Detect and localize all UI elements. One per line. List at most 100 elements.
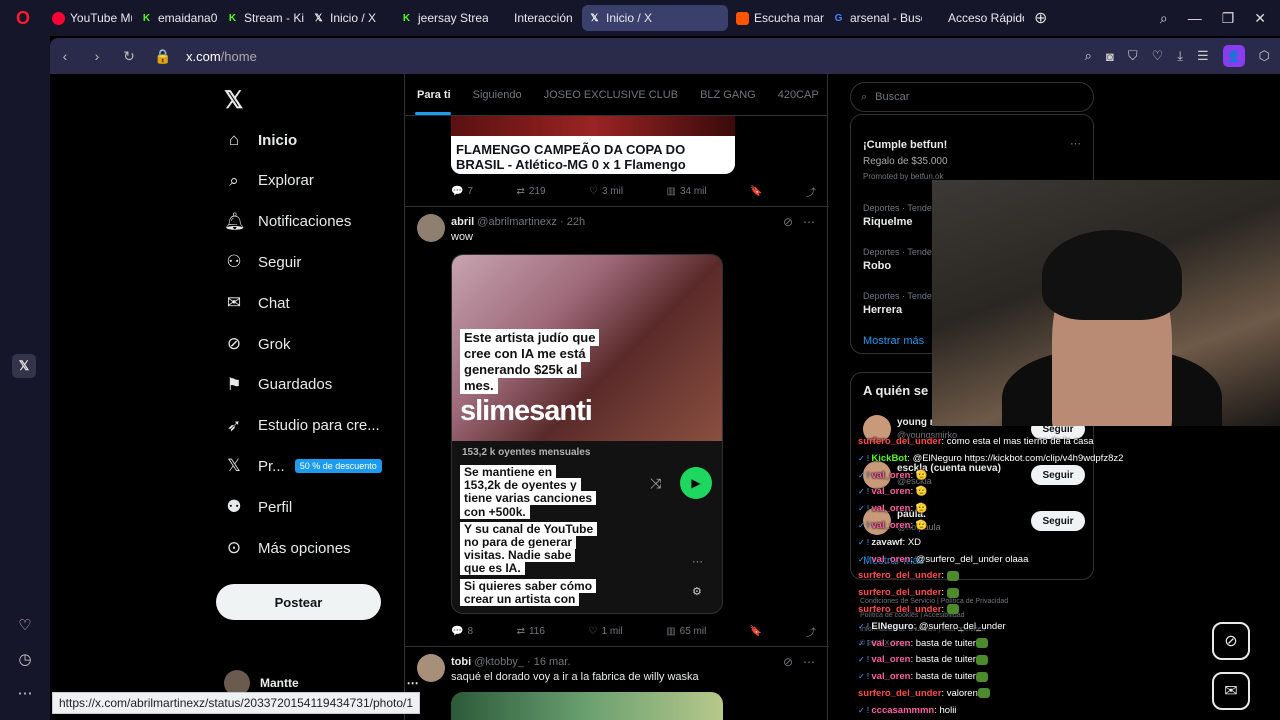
camera-icon[interactable]: ◙ (1106, 49, 1114, 64)
search-input[interactable]: ⌕ Buscar (850, 82, 1094, 112)
messages-fab-icon[interactable]: ✉ (1212, 672, 1250, 710)
feed-tab[interactable]: Siguiendo (473, 89, 522, 101)
bookmark-icon[interactable]: 🔖 (750, 184, 762, 199)
share-icon[interactable]: ⤴ (806, 184, 816, 199)
post3-avatar[interactable] (417, 654, 445, 682)
minimize-icon[interactable]: — (1188, 10, 1202, 27)
nav-item-bookmark[interactable]: ⚑ Guardados (224, 375, 332, 395)
nav-item-grok[interactable]: ⊘ Grok (224, 334, 291, 354)
chat-username[interactable]: surfero_del_under (858, 570, 941, 581)
repost-button[interactable]: ⇄ 116 (517, 624, 545, 639)
chat-username[interactable]: zavawf (871, 537, 902, 548)
x-logo-icon[interactable]: 𝕏 (224, 86, 243, 115)
lock-icon[interactable]: 🔒 (154, 48, 171, 65)
profile-icon[interactable]: 👤 (1222, 45, 1245, 67)
browser-tab[interactable]: 𝕏 Inicio / X (306, 5, 392, 31)
nav-item-search[interactable]: ⌕ Explorar (224, 171, 314, 191)
bookmark-icon[interactable]: 🔖 (750, 624, 762, 639)
browser-tab[interactable]: K Stream - Kick (220, 5, 304, 31)
chat-username[interactable]: cccasammmn (871, 705, 934, 716)
promo-more-icon[interactable]: ⋯ (1070, 137, 1081, 150)
opera-logo-icon[interactable]: O (0, 0, 46, 36)
heart-sidebar-icon[interactable]: ♡ (18, 616, 31, 634)
chat-username[interactable]: val_oren (871, 638, 910, 649)
download-icon[interactable]: ⤓ (1177, 48, 1183, 64)
chat-username[interactable]: val_oren (871, 654, 910, 665)
search-tabs-icon[interactable]: ⌕ (1160, 10, 1168, 27)
nav-item-more-circle[interactable]: ⊙ Más opciones (224, 538, 351, 558)
browser-tab[interactable]: 𝕏 Inicio / X (582, 5, 728, 31)
views-button[interactable]: ▥ 34 mil (667, 184, 707, 199)
easy-setup-icon[interactable]: ☰ (1197, 48, 1209, 64)
post2-media[interactable]: Este artista judío que cree con IA me est… (451, 254, 723, 614)
heart-icon[interactable]: ♡ (1152, 48, 1164, 64)
nav-item-profile[interactable]: ⚉ Perfil (224, 497, 292, 517)
post2-time[interactable]: · 22h (560, 216, 585, 228)
nav-item-rocket[interactable]: ➶ Estudio para cre... (224, 416, 380, 436)
post3-time[interactable]: · 16 mar. (527, 656, 570, 668)
post3-author[interactable]: tobi (451, 656, 471, 668)
post-more-icon[interactable]: ⋯ (803, 655, 815, 669)
nav-item-x-premium[interactable]: 𝕏 Pr... 50 % de descuento (224, 456, 382, 476)
browser-tab[interactable]: YouTube Music (46, 5, 132, 31)
share-icon[interactable]: ⤴ (806, 624, 816, 639)
browser-tab[interactable]: Interacción (490, 5, 580, 31)
extensions-icon[interactable]: ⬡ (1259, 48, 1270, 64)
post3-media[interactable] (451, 692, 723, 720)
search-page-icon[interactable]: ⌕ (1085, 48, 1092, 64)
chat-username[interactable]: val_oren (871, 671, 910, 682)
feed-tab[interactable]: 420CAP (778, 89, 819, 101)
post2-handle[interactable]: @abrilmartinexz (477, 216, 557, 228)
show-more-trends[interactable]: Mostrar más (863, 335, 924, 347)
chat-username[interactable]: val_oren (871, 486, 910, 497)
post-button[interactable]: Postear (216, 584, 381, 620)
promo-title[interactable]: ¡Cumple betfun! (863, 139, 947, 151)
nav-item-person-add[interactable]: ⚇ Seguir (224, 252, 301, 272)
nav-item-mail[interactable]: ✉ Chat (224, 293, 290, 313)
chat-username[interactable]: val_oren (871, 520, 910, 531)
reload-icon[interactable]: ↻ (122, 48, 136, 65)
browser-tab[interactable]: Garsenal - Busc (826, 5, 922, 31)
views-button[interactable]: ▥ 65 mil (666, 624, 706, 639)
card-image[interactable] (451, 116, 735, 138)
x-sidebar-icon[interactable]: 𝕏 (12, 354, 36, 378)
chat-username[interactable]: val_oren (871, 470, 910, 481)
back-icon[interactable]: ‹ (58, 48, 72, 64)
browser-tab[interactable]: Kjeersay Stream (394, 5, 488, 31)
nav-item-home[interactable]: ⌂ Inicio (224, 130, 297, 150)
chat-username[interactable]: KickBot (871, 453, 907, 464)
grok-post-icon[interactable]: ⊘ (783, 215, 793, 229)
browser-tab[interactable]: Escucha mant (730, 5, 824, 31)
feed-tab[interactable]: BLZ GANG (700, 89, 756, 101)
history-icon[interactable]: ◷ (18, 650, 31, 668)
new-tab-icon[interactable]: ⊕ (1034, 8, 1047, 28)
chat-username[interactable]: surfero_del_under (858, 604, 941, 615)
forward-icon[interactable]: › (90, 48, 104, 64)
url-field[interactable]: x.com/home (186, 49, 257, 64)
reply-button[interactable]: 💬 8 (451, 624, 473, 639)
nav-item-bell[interactable]: 🔔︎ Notificaciones (224, 212, 351, 232)
post2-avatar[interactable] (417, 214, 445, 242)
restore-icon[interactable]: ❐ (1222, 10, 1235, 27)
post2-author[interactable]: abril (451, 216, 474, 228)
more-sidebar-icon[interactable]: ⋯ (18, 684, 33, 702)
grok-post-icon[interactable]: ⊘ (783, 655, 793, 669)
trend-item[interactable]: Deportes · Tende Herrera (863, 291, 932, 316)
chat-username[interactable]: val_oren (871, 503, 910, 514)
chat-username[interactable]: ElNeguro (871, 621, 913, 632)
post3-handle[interactable]: @ktobby_ (474, 656, 524, 668)
trend-item[interactable]: Deportes · Tende Riquelme (863, 203, 932, 228)
browser-tab[interactable]: Kemaidana09 (134, 5, 218, 31)
chat-username[interactable]: surfero_del_under (858, 688, 941, 699)
close-window-icon[interactable]: ✕ (1254, 10, 1266, 27)
shield-icon[interactable]: ⛉ (1128, 48, 1138, 64)
like-button[interactable]: ♡ 3 mil (589, 184, 623, 199)
feed-tab[interactable]: JOSEO EXCLUSIVE CLUB (544, 89, 679, 101)
chat-username[interactable]: surfero_del_under (858, 587, 941, 598)
chat-username[interactable]: val_oren (871, 554, 910, 565)
browser-tab[interactable]: Acceso Rápido (924, 5, 1024, 31)
card-title[interactable]: FLAMENGO CAMPEÃO DA COPA DO BRASIL - Atl… (451, 136, 735, 174)
feed-tab[interactable]: Para ti (417, 89, 451, 101)
repost-button[interactable]: ⇄ 219 (516, 184, 545, 199)
chat-username[interactable]: surfero_del_under (858, 436, 941, 447)
